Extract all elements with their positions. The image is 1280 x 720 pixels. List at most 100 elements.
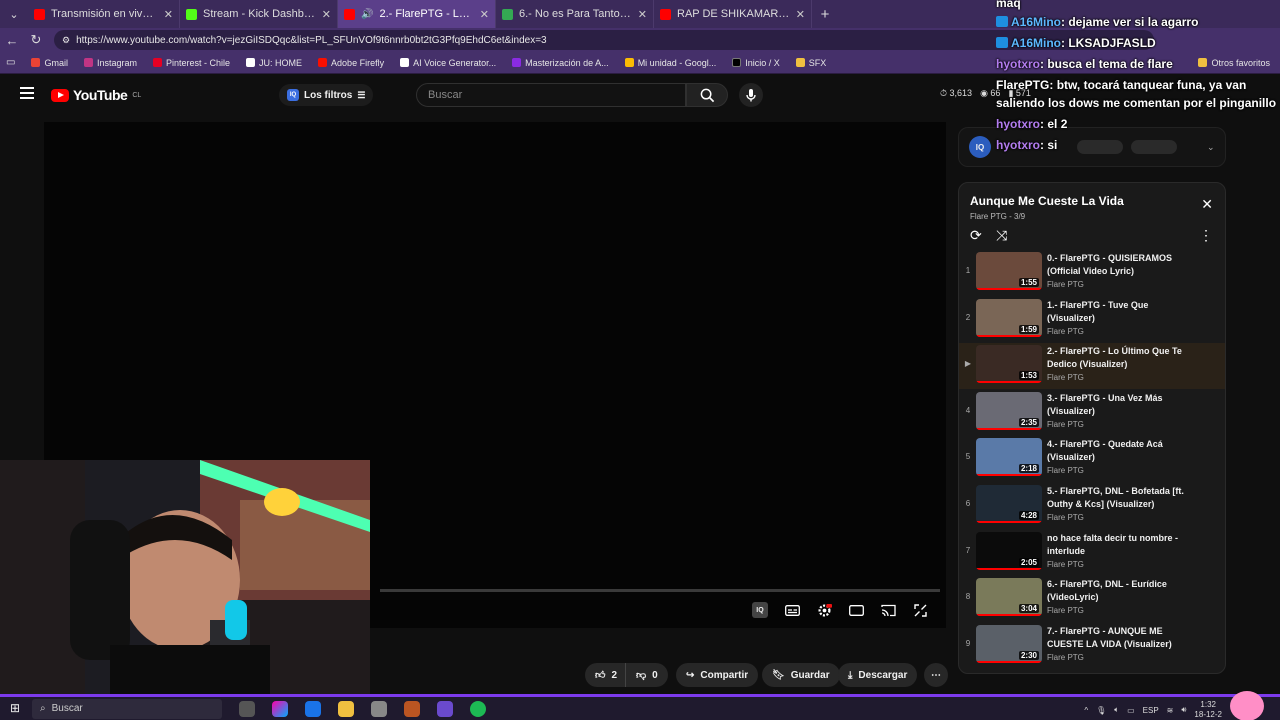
taskbar-search[interactable]: ⌕ Buscar: [32, 698, 222, 719]
close-tab-icon[interactable]: ✕: [638, 8, 647, 21]
reload-icon[interactable]: ↻: [24, 32, 48, 48]
windows-start-icon[interactable]: ⊞: [10, 701, 20, 715]
video-progress-bar[interactable]: [380, 589, 940, 592]
iq-option-pill[interactable]: [1131, 140, 1177, 154]
share-button[interactable]: ↪ Compartir: [676, 663, 759, 687]
playlist-item[interactable]: 1 1:55 0.- FlarePTG - QUISIERAMOS (Officia…: [959, 250, 1225, 296]
obs-icon[interactable]: [404, 700, 420, 717]
bookmark-instagram[interactable]: Instagram: [83, 58, 137, 68]
bookmark-x[interactable]: Inicio / X: [732, 58, 780, 68]
playlist-item-duration: 2:18: [1018, 464, 1039, 474]
bookmark-gmail[interactable]: Gmail: [31, 58, 68, 68]
volume-icon[interactable]: 🔊︎: [1181, 705, 1186, 715]
tab-flareptg-video[interactable]: 🔊 2.- FlarePTG - Lo Último Que ✕: [338, 0, 496, 28]
playlist-item[interactable]: 8 3:04 6.- FlarePTG, DNL - Eurídice (Video…: [959, 576, 1225, 622]
chat-username[interactable]: FlarePTG: [996, 78, 1049, 92]
menu-icon[interactable]: [20, 87, 34, 99]
iq-option-pill[interactable]: [1077, 140, 1123, 154]
chat-username[interactable]: hyotxro: [996, 57, 1040, 71]
voice-search-button[interactable]: [739, 83, 763, 107]
chat-username[interactable]: hyotxro: [996, 117, 1040, 131]
chevron-down-icon[interactable]: ⌄: [1207, 142, 1215, 153]
bookmark-adobe-firefly[interactable]: Adobe Firefly: [318, 58, 384, 68]
url-field[interactable]: ⚙ https://www.youtube.com/watch?v=jezGiI…: [54, 30, 1154, 50]
chat-username[interactable]: hyotxro: [996, 138, 1040, 152]
more-vertical-icon[interactable]: ⋮: [1199, 227, 1213, 244]
close-tab-icon[interactable]: ✕: [480, 8, 489, 21]
playlist-thumbnail[interactable]: 1:55: [976, 252, 1042, 290]
cast-icon[interactable]: [880, 602, 896, 618]
battery-icon[interactable]: ▭: [1127, 706, 1135, 715]
playlist-thumbnail[interactable]: 3:04: [976, 578, 1042, 617]
tab-rap-shikamaru[interactable]: RAP DE SHIKAMARU 2018 | NARU ✕: [654, 0, 812, 28]
playlist-thumbnail[interactable]: 1:59: [976, 298, 1042, 337]
wifi-icon[interactable]: ≋: [1167, 706, 1174, 715]
playlist-thumbnail[interactable]: 2:35: [976, 391, 1042, 430]
tab-youtube-studio[interactable]: Transmisión en vivo - YouTube Stu ✕: [28, 0, 180, 28]
file-explorer-icon[interactable]: [338, 700, 354, 717]
save-button[interactable]: 🔖︎ Guardar: [762, 663, 840, 687]
chevron-up-icon[interactable]: ^: [1084, 706, 1088, 715]
mic-tray-icon[interactable]: 🎙︎: [1096, 706, 1106, 715]
youtube-logo[interactable]: YouTube CL: [51, 87, 141, 103]
shuffle-icon[interactable]: ⤨: [996, 227, 1007, 244]
new-tab-button[interactable]: +: [812, 6, 838, 23]
more-actions-button[interactable]: ⋯: [924, 663, 948, 687]
fullscreen-icon[interactable]: [912, 602, 928, 618]
playlist-item[interactable]: 4 2:35 3.- FlarePTG - Una Vez Más (Visuali…: [959, 390, 1225, 436]
playlist-item[interactable]: 6 4:28 5.- FlarePTG, DNL - Bofetada [ft. O…: [959, 483, 1225, 529]
watched-progress-bar: [976, 567, 1042, 570]
like-button[interactable]: 👍︎ 2: [585, 663, 626, 687]
edge-icon[interactable]: [305, 700, 321, 717]
close-tab-icon[interactable]: ✕: [322, 8, 331, 21]
discord-icon[interactable]: [437, 700, 453, 717]
playlist-thumbnail[interactable]: 1:53: [976, 345, 1042, 384]
search-button[interactable]: [686, 83, 728, 107]
playlist-thumbnail[interactable]: 2:05: [976, 531, 1042, 570]
bookmark-ai-voice[interactable]: AI Voice Generator...: [400, 58, 496, 68]
close-tab-icon[interactable]: ✕: [796, 8, 805, 21]
playlist-item[interactable]: 9 2:30 7.- FlarePTG - AUNQUE ME CUESTE LA …: [959, 623, 1225, 669]
chat-username[interactable]: A16Mino: [1011, 15, 1061, 29]
subtitles-icon[interactable]: [784, 602, 800, 618]
settings-icon[interactable]: [816, 602, 832, 618]
playlist-item[interactable]: 2 1:59 1.- FlarePTG - Tuve Que (Visualizer…: [959, 297, 1225, 343]
site-info-icon[interactable]: ⚙: [62, 35, 70, 46]
tab-list-button[interactable]: ⌄: [0, 0, 28, 28]
bookmark-pinterest[interactable]: Pinterest - Chile: [153, 58, 230, 68]
other-favorites[interactable]: Otros favoritos: [1198, 58, 1280, 68]
bookmark-masterizacion[interactable]: Masterización de A...: [512, 58, 609, 68]
tab-google-drive[interactable]: 6.- No es Para Tanto.mpeg - Goog ✕: [496, 0, 654, 28]
bookmark-ju-home[interactable]: JU: HOME: [246, 58, 302, 68]
loop-icon[interactable]: ⟳: [970, 227, 982, 244]
task-view-icon[interactable]: [239, 700, 255, 717]
search-input[interactable]: Buscar: [416, 83, 686, 107]
youtube-icon: [660, 8, 671, 20]
store-icon[interactable]: [371, 700, 387, 717]
theater-mode-icon[interactable]: [848, 602, 864, 618]
filters-button[interactable]: IQ Los filtros ☰: [279, 84, 374, 106]
dislike-button[interactable]: 👎︎ 0: [625, 663, 668, 687]
download-button[interactable]: ⤓ Descargar: [838, 663, 918, 687]
bookmark-sfx[interactable]: SFX: [795, 58, 826, 68]
volume-tray-icon[interactable]: 🔈︎: [1114, 705, 1119, 715]
chat-username[interactable]: A16Mino: [1011, 36, 1061, 50]
playlist-thumbnail[interactable]: 2:30: [976, 624, 1042, 663]
playlist-thumbnail[interactable]: 4:28: [976, 485, 1042, 523]
copilot-icon[interactable]: [272, 700, 288, 717]
bookmark-google-drive[interactable]: Mi unidad - Googl...: [624, 58, 716, 68]
clock[interactable]: 1:32 18-12-2: [1194, 700, 1222, 720]
language-indicator[interactable]: ESP: [1143, 706, 1159, 715]
close-tab-icon[interactable]: ✕: [164, 8, 173, 21]
iq-icon[interactable]: IQ: [969, 136, 991, 158]
tab-kick-dashboard[interactable]: Stream - Kick Dashboard ✕: [180, 0, 338, 28]
spotify-icon[interactable]: [470, 700, 486, 717]
playlist-item[interactable]: 7 2:05 no hace falta decir tu nombre - int…: [959, 530, 1225, 576]
playlist-item[interactable]: 5 2:18 4.- FlarePTG - Quedate Acá (Visuali…: [959, 436, 1225, 482]
iq-player-icon[interactable]: IQ: [752, 602, 768, 618]
reading-list-icon[interactable]: ▭: [6, 57, 15, 68]
back-icon[interactable]: ←: [0, 33, 24, 48]
playlist-item[interactable]: ▶ 1:53 2.- FlarePTG - Lo Último Que Te Ded…: [959, 343, 1225, 390]
playlist-thumbnail[interactable]: 2:18: [976, 438, 1042, 477]
close-icon[interactable]: ✕: [1201, 196, 1213, 213]
